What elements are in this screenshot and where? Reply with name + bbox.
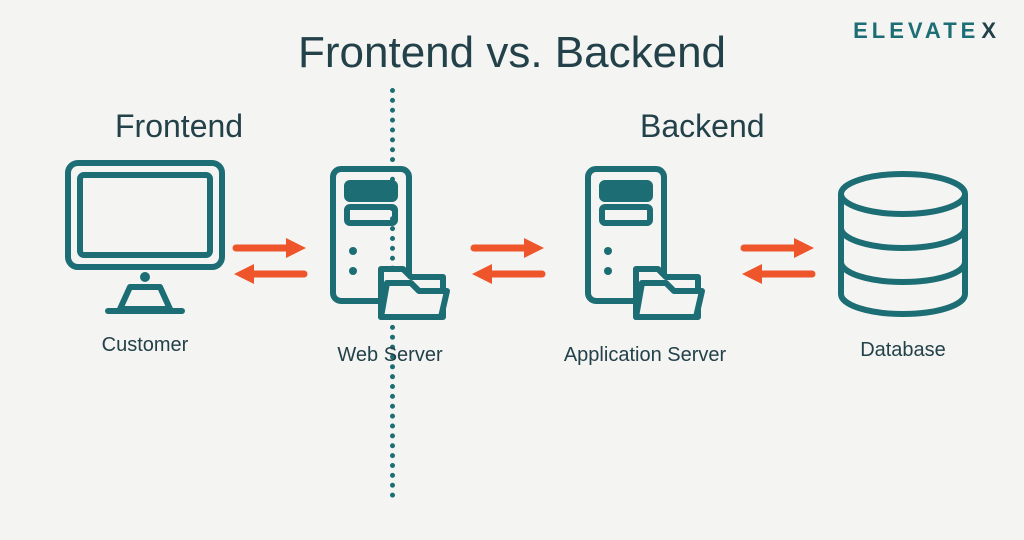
node-app-server: Application Server <box>555 165 735 367</box>
node-app-server-label: Application Server <box>555 344 735 367</box>
node-web-server: Web Server <box>315 165 465 367</box>
node-database-label: Database <box>818 339 988 362</box>
server-folder-icon <box>580 165 710 325</box>
brand-logo: ELEVATEX <box>853 18 996 44</box>
arrows-customer-webserver <box>230 230 310 290</box>
node-web-server-label: Web Server <box>315 344 465 367</box>
database-icon <box>828 170 978 320</box>
brand-name: ELEVATE <box>853 18 979 43</box>
section-backend-label: Backend <box>640 108 765 145</box>
brand-suffix: X <box>981 18 996 43</box>
arrows-appserver-database <box>738 230 818 290</box>
section-frontend-label: Frontend <box>115 108 243 145</box>
node-database: Database <box>818 170 988 362</box>
node-customer-label: Customer <box>55 334 235 357</box>
node-customer: Customer <box>55 155 235 357</box>
monitor-icon <box>60 155 230 315</box>
arrows-webserver-appserver <box>468 230 548 290</box>
diagram-title: Frontend vs. Backend <box>298 28 726 78</box>
server-folder-icon <box>325 165 455 325</box>
